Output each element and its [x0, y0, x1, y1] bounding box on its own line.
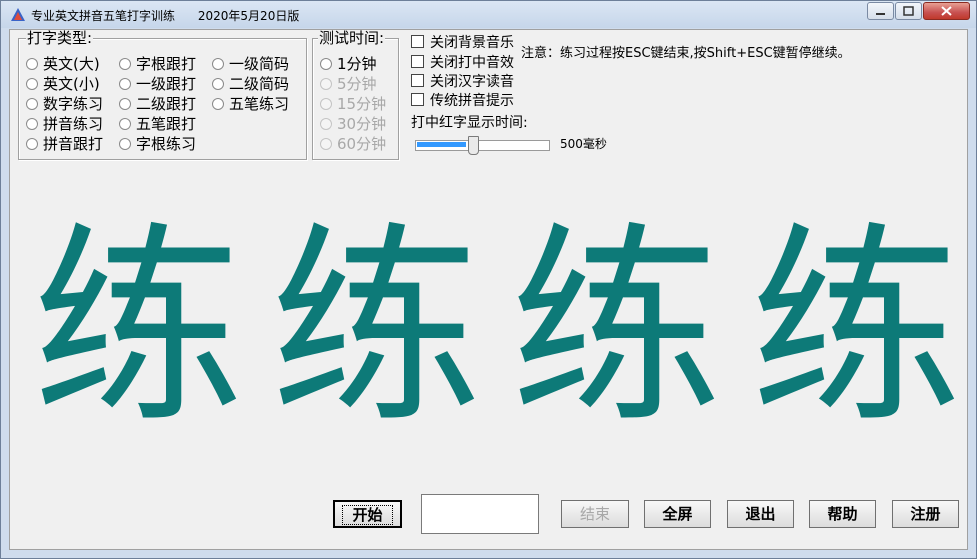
radio-circle-icon	[320, 118, 332, 130]
checkbox-icon	[411, 93, 424, 106]
register-button[interactable]: 注册	[892, 500, 959, 528]
radio-pinyin-follow[interactable]: 拼音跟打	[26, 135, 103, 153]
practice-char: 练	[270, 204, 482, 451]
minimize-button[interactable]	[867, 2, 894, 20]
app-icon	[11, 8, 25, 21]
radio-wubi-follow[interactable]: 五笔跟打	[119, 115, 196, 133]
checkbox-icon	[411, 74, 424, 87]
practice-char: 练	[32, 204, 244, 451]
checkbox-icon	[411, 55, 424, 68]
typing-input[interactable]	[421, 494, 539, 534]
maximize-button[interactable]	[895, 2, 922, 20]
checkbox-close-bg-music[interactable]: 关闭背景音乐	[411, 35, 514, 52]
radio-circle-icon	[26, 58, 38, 70]
notice-text: 注意：练习过程按ESC键结束,按Shift+ESC键暂停继续。	[521, 46, 851, 61]
radio-english-upper[interactable]: 英文(大)	[26, 55, 100, 73]
radio-time-60min: 60分钟	[320, 135, 386, 153]
minimize-icon	[876, 13, 885, 15]
radio-time-15min: 15分钟	[320, 95, 386, 113]
radio-circle-icon	[26, 78, 38, 90]
slider-value-label: 500毫秒	[560, 137, 607, 151]
checkbox-close-char-reading[interactable]: 关闭汉字读音	[411, 74, 514, 91]
maximize-icon	[903, 6, 914, 16]
radio-level2-code[interactable]: 二级简码	[212, 75, 289, 93]
practice-char: 练	[750, 204, 962, 451]
end-button: 结束	[561, 500, 629, 528]
start-button[interactable]: 开始	[333, 500, 402, 528]
radio-level2-follow[interactable]: 二级跟打	[119, 95, 196, 113]
exit-button[interactable]: 退出	[727, 500, 794, 528]
radio-circle-icon	[119, 58, 131, 70]
radio-circle-icon	[212, 78, 224, 90]
radio-circle-icon	[320, 58, 332, 70]
radio-time-5min: 5分钟	[320, 75, 377, 93]
radio-pinyin-practice[interactable]: 拼音练习	[26, 115, 103, 133]
radio-level1-follow[interactable]: 一级跟打	[119, 75, 196, 93]
red-char-time-label: 打中红字显示时间:	[411, 115, 528, 131]
radio-time-30min: 30分钟	[320, 115, 386, 133]
radio-circle-icon	[212, 58, 224, 70]
radio-circle-icon	[119, 118, 131, 130]
checkbox-close-hit-sound[interactable]: 关闭打中音效	[411, 55, 514, 72]
help-button[interactable]: 帮助	[809, 500, 876, 528]
radio-radical-follow[interactable]: 字根跟打	[119, 55, 196, 73]
typing-type-legend: 打字类型:	[26, 29, 94, 47]
radio-circle-icon	[212, 98, 224, 110]
practice-char: 练	[510, 204, 722, 451]
display-time-slider[interactable]	[415, 136, 550, 155]
radio-circle-icon	[26, 118, 38, 130]
radio-english-lower[interactable]: 英文(小)	[26, 75, 100, 93]
radio-radical-practice[interactable]: 字根练习	[119, 135, 196, 153]
main-window: 专业英文拼音五笔打字训练 2020年5月20日版 打字类型: 英文(大) 字根跟…	[0, 0, 977, 559]
radio-circle-icon	[320, 98, 332, 110]
radio-level1-code[interactable]: 一级简码	[212, 55, 289, 73]
practice-char-area: 练 练 练 练	[32, 204, 962, 451]
radio-circle-icon	[119, 138, 131, 150]
fullscreen-button[interactable]: 全屏	[644, 500, 711, 528]
title-bar[interactable]: 专业英文拼音五笔打字训练 2020年5月20日版	[1, 1, 976, 28]
close-icon	[941, 6, 952, 16]
radio-circle-icon	[320, 138, 332, 150]
radio-number-practice[interactable]: 数字练习	[26, 95, 103, 113]
test-time-legend: 测试时间:	[318, 29, 386, 47]
radio-circle-icon	[320, 78, 332, 90]
slider-fill	[417, 142, 466, 147]
checkbox-traditional-pinyin[interactable]: 传统拼音提示	[411, 93, 514, 110]
window-title: 专业英文拼音五笔打字训练 2020年5月20日版	[31, 9, 300, 23]
client-area: 打字类型: 英文(大) 字根跟打 一级简码 英文(小) 一级跟打 二级简码 数字…	[9, 29, 968, 550]
slider-thumb[interactable]	[468, 136, 479, 155]
radio-circle-icon	[119, 98, 131, 110]
radio-circle-icon	[119, 78, 131, 90]
radio-time-1min[interactable]: 1分钟	[320, 55, 377, 73]
close-button[interactable]	[923, 2, 970, 20]
radio-circle-icon	[26, 138, 38, 150]
radio-wubi-practice[interactable]: 五笔练习	[212, 95, 289, 113]
checkbox-icon	[411, 35, 424, 48]
radio-circle-icon	[26, 98, 38, 110]
